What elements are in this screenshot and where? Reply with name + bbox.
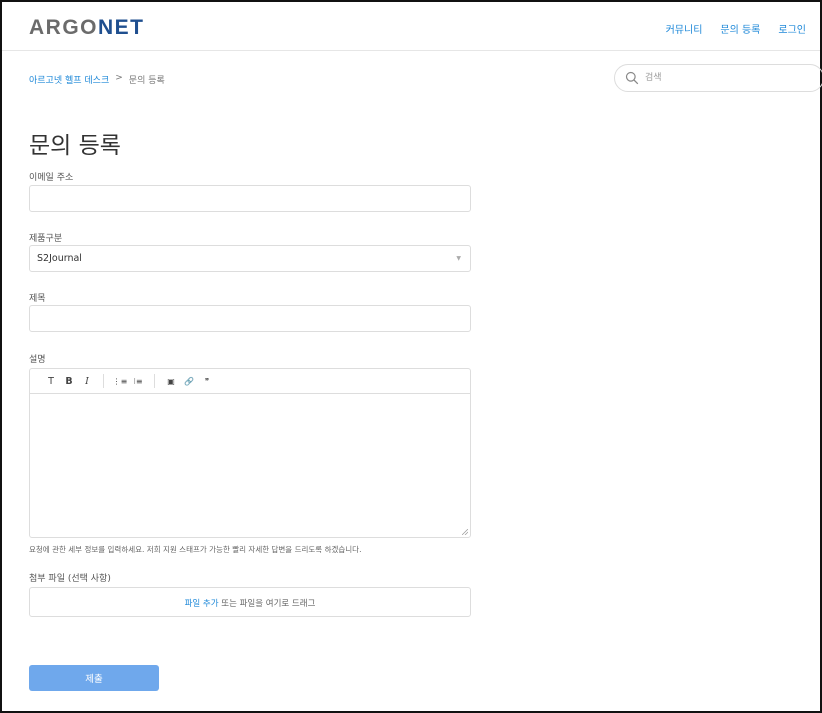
description-textarea[interactable]	[30, 394, 470, 537]
breadcrumb: 아르고넷 헬프 데스크 > 문의 등록	[29, 73, 165, 86]
add-file-link[interactable]: 파일 추가	[185, 599, 219, 609]
drag-hint: 또는 파일을 여기로 드래그	[218, 599, 316, 609]
attachment-label: 첨부 파일 (선택 사항)	[29, 574, 111, 584]
subject-label: 제목	[29, 294, 46, 304]
description-label: 설명	[29, 355, 46, 365]
heading-button[interactable]: T	[42, 376, 60, 387]
numbered-list-icon[interactable]: ⁝≡	[129, 377, 147, 386]
description-editor: T B I ⋮≡ ⁝≡ ▣ 🔗 ❞	[29, 368, 471, 538]
bullet-list-icon[interactable]: ⋮≡	[111, 377, 129, 386]
top-nav: 커뮤니티 문의 등록 로그인	[666, 21, 806, 36]
description-hint: 요청에 관한 세부 정보를 입력하세요. 저희 지원 스태프가 가능한 빨리 자…	[29, 545, 362, 554]
product-select[interactable]: S2Journal ▼	[29, 245, 471, 272]
search-box[interactable]	[614, 64, 822, 92]
search-input[interactable]	[645, 70, 805, 86]
italic-button[interactable]: I	[78, 376, 96, 387]
chevron-down-icon: ▼	[456, 255, 461, 262]
logo-prefix: ARGO	[29, 16, 98, 39]
attachment-dropzone[interactable]: 파일 추가 또는 파일을 여기로 드래그	[29, 587, 471, 617]
resize-handle-icon[interactable]	[462, 529, 468, 535]
product-select-value: S2Journal	[37, 253, 82, 264]
quote-icon[interactable]: ❞	[198, 377, 216, 386]
email-label: 이메일 주소	[29, 173, 74, 183]
nav-submit-request[interactable]: 문의 등록	[720, 21, 760, 36]
submit-button[interactable]: 제출	[29, 665, 159, 691]
editor-toolbar: T B I ⋮≡ ⁝≡ ▣ 🔗 ❞	[30, 369, 470, 394]
link-icon[interactable]: 🔗	[180, 377, 198, 386]
search-icon	[625, 71, 639, 85]
nav-community[interactable]: 커뮤니티	[666, 21, 703, 36]
page-title: 문의 등록	[29, 133, 121, 159]
nav-login[interactable]: 로그인	[778, 21, 806, 36]
breadcrumb-current: 문의 등록	[128, 76, 165, 86]
toolbar-divider	[103, 374, 104, 388]
dropzone-text: 파일 추가 또는 파일을 여기로 드래그	[185, 597, 316, 609]
page-frame: ARGONET 커뮤니티 문의 등록 로그인 아르고넷 헬프 데스크 > 문의 …	[0, 0, 822, 713]
email-field[interactable]	[29, 185, 471, 212]
top-header: ARGONET 커뮤니티 문의 등록 로그인	[2, 2, 820, 51]
logo-suffix: NET	[98, 16, 145, 39]
image-icon[interactable]: ▣	[162, 377, 180, 386]
toolbar-divider	[154, 374, 155, 388]
argonet-logo[interactable]: ARGONET	[29, 16, 145, 40]
breadcrumb-home[interactable]: 아르고넷 헬프 데스크	[29, 73, 109, 86]
product-label: 제품구분	[29, 234, 63, 244]
breadcrumb-separator: >	[115, 73, 123, 83]
subject-field[interactable]	[29, 305, 471, 332]
bold-button[interactable]: B	[60, 376, 78, 387]
